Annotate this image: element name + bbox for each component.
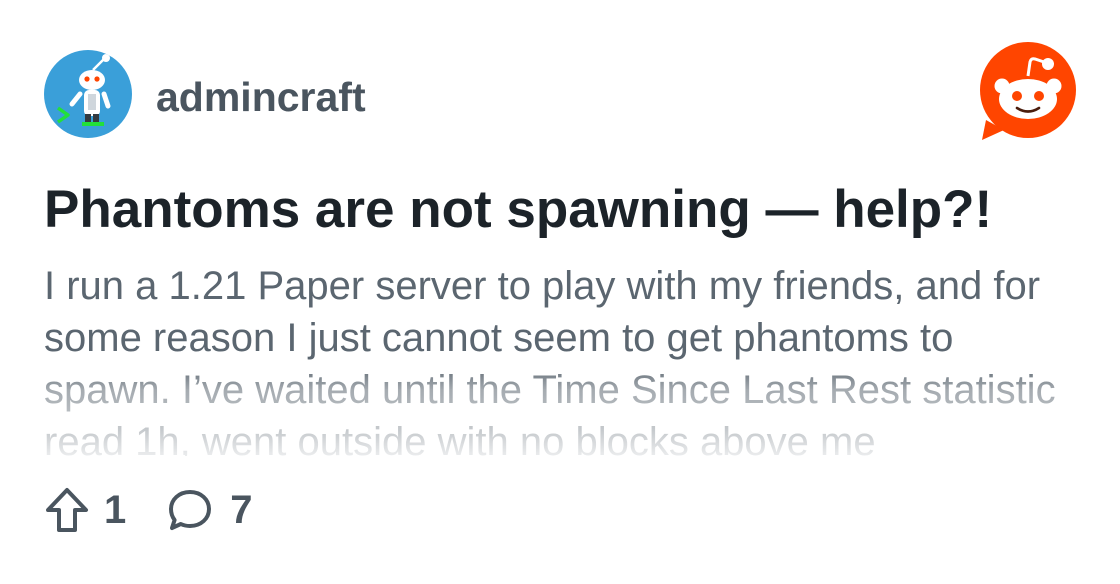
post-footer: 1 7 [44, 484, 253, 536]
comments-button[interactable]: 7 [166, 484, 253, 536]
upvote-button[interactable]: 1 [44, 484, 126, 536]
subreddit-name[interactable]: admincraft [156, 74, 366, 120]
upvote-count: 1 [104, 488, 127, 532]
comment-bubble-icon [169, 490, 212, 530]
post-title[interactable]: Phantoms are not spawning — help?! [44, 180, 1084, 240]
admincraft-snoo-terminal-icon [56, 54, 111, 126]
post-body-preview[interactable]: I run a 1.21 Paper server to play with m… [44, 260, 1084, 456]
reddit-logo-icon[interactable] [978, 42, 1078, 142]
post-card[interactable]: admincraft Phantoms are not spawning — h… [0, 0, 1120, 584]
subreddit-avatar[interactable] [44, 50, 132, 138]
upvote-arrow-icon [46, 488, 88, 532]
comment-count: 7 [230, 488, 253, 532]
